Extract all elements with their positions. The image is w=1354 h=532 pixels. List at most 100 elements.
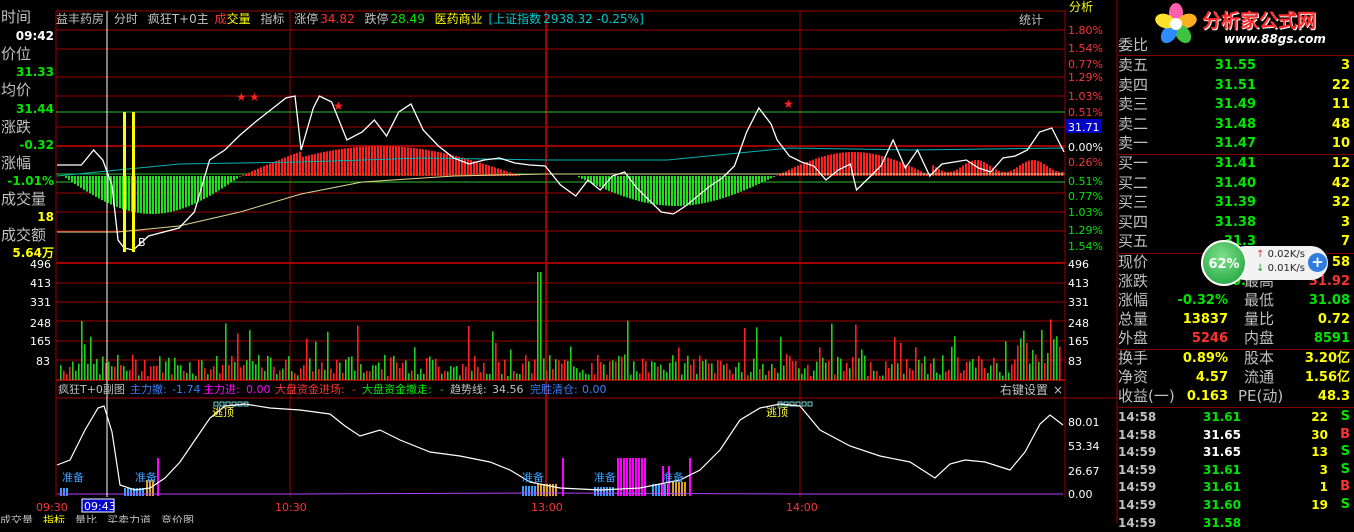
momentum-bar [368, 146, 370, 176]
arrow-down-icon: ↓ [1256, 263, 1264, 274]
tick-row[interactable]: 14:5831.6122S [1118, 408, 1354, 426]
volume-bar [369, 371, 371, 380]
momentum-bar [431, 151, 433, 176]
bid-row[interactable]: 买三31.3932 [1118, 193, 1354, 212]
svg-text:准备: 准备 [662, 470, 684, 484]
indicator-label[interactable]: 指标 [260, 12, 284, 26]
index-label[interactable]: [上证指数 [489, 12, 542, 26]
mode-label[interactable]: 分时 [114, 12, 138, 26]
level-label: 买三 [1118, 193, 1148, 212]
volume-bar [885, 361, 887, 380]
tick-row[interactable]: 14:5931.611B [1118, 478, 1354, 496]
momentum-bar [422, 149, 424, 176]
bid-row[interactable]: 买四31.383 [1118, 213, 1354, 232]
volume-bar [933, 358, 935, 380]
momentum-bar [842, 153, 844, 176]
volume-bar [717, 360, 719, 380]
tick-row[interactable]: 14:5931.6513S [1118, 443, 1354, 461]
volume-bar [585, 374, 587, 380]
tick-row[interactable]: 14:5931.613S [1118, 461, 1354, 479]
main-indicator-label[interactable]: 疯狂T+0主 [148, 12, 209, 26]
volume-bar [957, 357, 959, 380]
vol-label-a[interactable]: 成 [215, 12, 227, 26]
momentum-bar [362, 147, 364, 176]
bid-row[interactable]: 买一31.4112 [1118, 154, 1354, 173]
volume-bar [219, 373, 221, 380]
tab-0[interactable]: 成交量 [0, 514, 33, 523]
volume-bar [588, 374, 590, 380]
volume-bar [999, 372, 1001, 380]
level-price: 31.49 [1215, 95, 1256, 114]
momentum-bar [176, 176, 178, 210]
intraday-chart[interactable]: ★ ★ ★ ★ B 1.80% 1.54% 1.29% 1.03% 0.77% … [0, 0, 1118, 523]
volume-bar [1035, 354, 1037, 380]
volume-bar [744, 328, 746, 380]
volume-bar [903, 374, 905, 380]
ask-row[interactable]: 卖五31.553 [1118, 56, 1354, 75]
svg-text:大盘资金撤走:: 大盘资金撤走: [362, 382, 432, 396]
momentum-bar [287, 156, 289, 176]
volume-bar [636, 371, 638, 380]
volume-bar [1053, 339, 1055, 380]
volume-bar [129, 370, 131, 380]
vol-value: 18 [37, 211, 54, 224]
volume-bar [207, 374, 209, 380]
sector-label[interactable]: 医药商业 [435, 12, 483, 26]
momentum-bar [863, 153, 865, 176]
volume-bar [309, 358, 311, 380]
tab-3[interactable]: 买卖力道 [107, 514, 151, 523]
ask-row[interactable]: 卖四31.5122 [1118, 76, 1354, 95]
ask-row[interactable]: 卖一31.4710 [1118, 134, 1354, 153]
volume-bar [396, 362, 398, 380]
indicator-bar [157, 458, 159, 496]
indicator-bar [540, 484, 542, 496]
volume-bar [633, 361, 635, 380]
momentum-bar [416, 148, 418, 176]
tick-side: S [1341, 496, 1350, 514]
volume-bar [384, 355, 386, 380]
momentum-bar [275, 161, 277, 176]
tick-row[interactable]: 14:5831.6530B [1118, 426, 1354, 444]
stats-button[interactable]: 统计 [1019, 11, 1043, 28]
volume-bar [141, 371, 143, 380]
momentum-bar [224, 176, 226, 187]
momentum-bar [326, 151, 328, 176]
vol-label-b[interactable]: 交量 [227, 12, 251, 26]
indicator-bar [127, 488, 129, 496]
bid-row[interactable]: 买二31.4042 [1118, 174, 1354, 193]
momentum-bar [683, 176, 685, 206]
volume-bar [654, 362, 656, 380]
tick-row[interactable]: 14:5931.6019S [1118, 496, 1354, 514]
volume-bar [252, 361, 254, 380]
limit-down-value: 28.49 [390, 12, 424, 26]
momentum-bar [173, 176, 175, 211]
volume-bar [741, 372, 743, 380]
svg-text:248: 248 [1068, 317, 1089, 330]
volume-bar [567, 361, 569, 380]
tab-2[interactable]: 量比 [75, 514, 97, 523]
memory-percent-badge[interactable]: 62% [1201, 240, 1247, 286]
stock-name[interactable]: 益丰药房 [56, 12, 104, 26]
svg-text:1.03%: 1.03% [1068, 90, 1103, 103]
svg-text:1.29%: 1.29% [1068, 71, 1103, 84]
settings-link[interactable]: 右键设置 [1000, 382, 1048, 397]
momentum-bar [443, 153, 445, 176]
volume-bar [750, 372, 752, 380]
ask-row[interactable]: 卖二31.4848 [1118, 115, 1354, 134]
momentum-bar [383, 146, 385, 176]
svg-text:80.01: 80.01 [1068, 416, 1100, 429]
volume-bar [696, 374, 698, 380]
price-grid [56, 30, 1118, 398]
momentum-bar [248, 173, 250, 176]
plus-icon[interactable]: + [1308, 253, 1327, 272]
volume-bar [579, 372, 581, 380]
momentum-bar [758, 176, 760, 184]
tab-4[interactable]: 竞价图 [161, 514, 194, 523]
vol-axis-right: 496 413 331 248 165 83 [1068, 258, 1089, 368]
close-icon[interactable]: × [1053, 383, 1063, 397]
volume-bar [753, 359, 755, 380]
volume-bar [732, 374, 734, 380]
volume-bar [525, 355, 527, 380]
ask-row[interactable]: 卖三31.4911 [1118, 95, 1354, 114]
tab-1[interactable]: 指标 [43, 514, 65, 523]
